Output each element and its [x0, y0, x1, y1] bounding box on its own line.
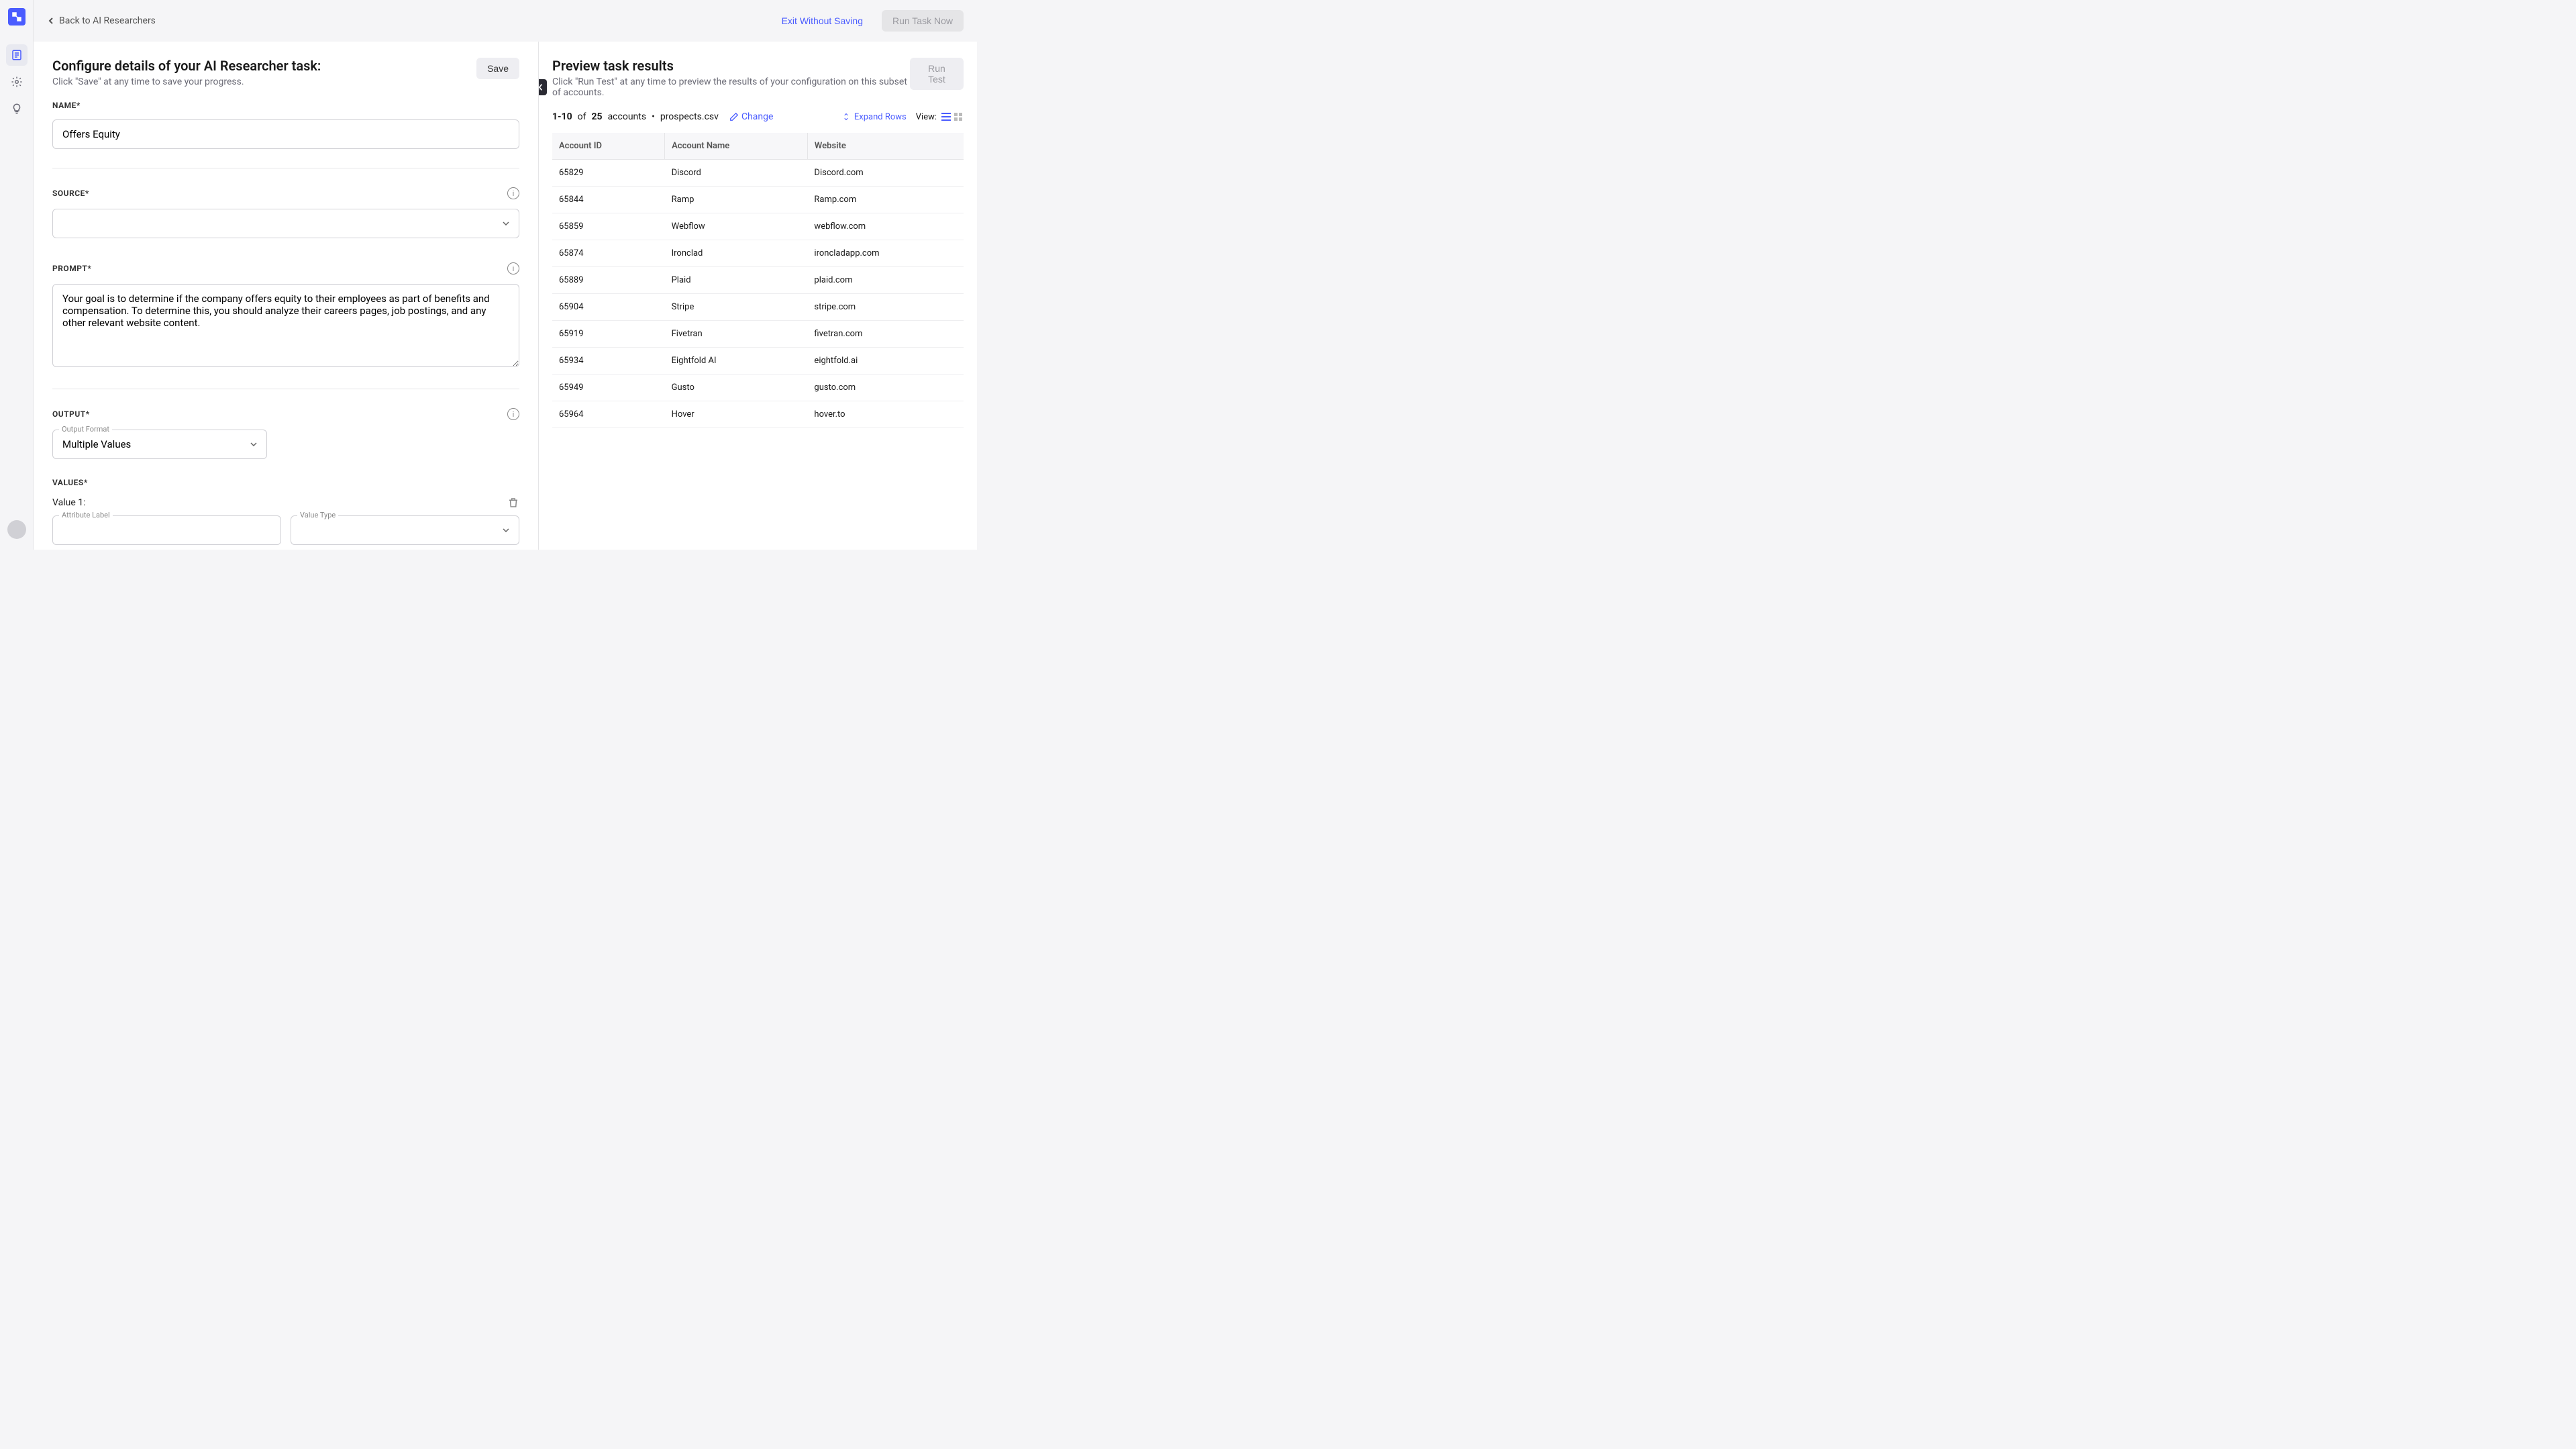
values-label: VALUES*	[52, 478, 519, 487]
run-test-button[interactable]: Run Test	[910, 58, 964, 90]
table-row[interactable]: 65964Hoverhover.to	[552, 401, 964, 428]
table-cell: Plaid	[665, 267, 808, 294]
table-cell: Ironclad	[665, 240, 808, 267]
table-cell: Gusto	[665, 374, 808, 401]
preview-meta: 1-10 of 25 accounts • prospects.csv Chan…	[552, 111, 964, 122]
table-cell: Webflow	[665, 213, 808, 240]
table-cell: Stripe	[665, 294, 808, 321]
table-row[interactable]: 65904Stripestripe.com	[552, 294, 964, 321]
range-text: 1-10	[552, 111, 572, 122]
expand-icon	[842, 113, 850, 121]
configure-subtitle: Click "Save" at any time to save your pr…	[52, 77, 321, 87]
table-cell: ironcladapp.com	[807, 240, 964, 267]
chevron-left-icon	[47, 17, 55, 25]
prompt-textarea[interactable]: Your goal is to determine if the company…	[52, 284, 519, 367]
value-1-label: Value 1:	[52, 497, 86, 508]
save-button[interactable]: Save	[476, 58, 519, 79]
table-row[interactable]: 65934Eightfold AIeightfold.ai	[552, 348, 964, 374]
table-cell: Ramp	[665, 187, 808, 213]
table-cell: 65904	[552, 294, 665, 321]
value-type-label: Value Type	[297, 511, 338, 519]
table-cell: eightfold.ai	[807, 348, 964, 374]
topbar: Back to AI Researchers Exit Without Savi…	[34, 0, 977, 42]
table-cell: Discord	[665, 160, 808, 187]
table-row[interactable]: 65889Plaidplaid.com	[552, 267, 964, 294]
nav-hint-icon[interactable]	[6, 98, 28, 119]
table-cell: Fivetran	[665, 321, 808, 348]
table-row[interactable]: 65874Ironcladironcladapp.com	[552, 240, 964, 267]
value-type-select[interactable]	[291, 515, 519, 545]
table-header: Website	[807, 133, 964, 160]
table-cell: 65949	[552, 374, 665, 401]
preview-title: Preview task results	[552, 58, 910, 74]
configure-panel: Configure details of your AI Researcher …	[34, 42, 539, 550]
table-row[interactable]: 65829DiscordDiscord.com	[552, 160, 964, 187]
output-label: OUTPUT*	[52, 409, 90, 419]
nav-tasks-icon[interactable]	[6, 44, 28, 66]
attribute-label: Attribute Label	[59, 511, 113, 519]
table-header: Account Name	[665, 133, 808, 160]
table-cell: gusto.com	[807, 374, 964, 401]
table-cell: 65964	[552, 401, 665, 428]
table-cell: stripe.com	[807, 294, 964, 321]
source-select[interactable]	[52, 209, 519, 238]
back-label: Back to AI Researchers	[59, 15, 156, 26]
expand-rows-link[interactable]: Expand Rows	[842, 112, 907, 122]
filename-text: prospects.csv	[660, 111, 719, 122]
table-cell: Discord.com	[807, 160, 964, 187]
table-cell: Ramp.com	[807, 187, 964, 213]
preview-subtitle: Click "Run Test" at any time to preview …	[552, 77, 910, 98]
table-cell: plaid.com	[807, 267, 964, 294]
view-toggle: View:	[916, 112, 964, 122]
collapse-panel-button[interactable]	[539, 79, 547, 95]
table-cell: hover.to	[807, 401, 964, 428]
table-cell: Eightfold AI	[665, 348, 808, 374]
table-cell: Hover	[665, 401, 808, 428]
table-cell: 65919	[552, 321, 665, 348]
exit-button[interactable]: Exit Without Saving	[771, 10, 874, 32]
table-cell: 65934	[552, 348, 665, 374]
name-label: NAME*	[52, 101, 519, 110]
back-link[interactable]: Back to AI Researchers	[47, 15, 156, 26]
sidebar	[0, 0, 34, 550]
table-cell: 65889	[552, 267, 665, 294]
table-cell: webflow.com	[807, 213, 964, 240]
source-info-icon[interactable]: i	[507, 187, 519, 199]
table-row[interactable]: 65859Webflowwebflow.com	[552, 213, 964, 240]
change-link[interactable]: Change	[729, 111, 773, 122]
run-task-button[interactable]: Run Task Now	[882, 10, 964, 32]
view-grid-icon[interactable]	[953, 112, 964, 121]
source-label: SOURCE*	[52, 189, 89, 198]
user-avatar[interactable]	[7, 520, 26, 539]
prompt-info-icon[interactable]: i	[507, 262, 519, 274]
table-cell: 65829	[552, 160, 665, 187]
total-text: 25	[591, 111, 602, 122]
output-info-icon[interactable]: i	[507, 408, 519, 420]
configure-title: Configure details of your AI Researcher …	[52, 58, 321, 74]
table-row[interactable]: 65844RampRamp.com	[552, 187, 964, 213]
name-input[interactable]	[52, 119, 519, 149]
table-cell: 65844	[552, 187, 665, 213]
view-list-icon[interactable]	[941, 112, 951, 121]
delete-value-icon[interactable]	[507, 497, 519, 509]
table-cell: 65874	[552, 240, 665, 267]
app-logo[interactable]	[8, 8, 25, 26]
attribute-label-input[interactable]	[52, 515, 281, 545]
prompt-label: PROMPT*	[52, 264, 91, 273]
output-format-label: Output Format	[59, 425, 112, 434]
nav-settings-icon[interactable]	[6, 71, 28, 93]
table-row[interactable]: 65919Fivetranfivetran.com	[552, 321, 964, 348]
table-cell: 65859	[552, 213, 665, 240]
table-cell: fivetran.com	[807, 321, 964, 348]
table-header: Account ID	[552, 133, 665, 160]
chevron-double-left-icon	[539, 83, 544, 92]
pencil-icon	[729, 112, 739, 121]
results-table: Account IDAccount NameWebsite 65829Disco…	[552, 133, 964, 428]
preview-panel: Preview task results Click "Run Test" at…	[539, 42, 977, 550]
table-row[interactable]: 65949Gustogusto.com	[552, 374, 964, 401]
output-format-select[interactable]: Multiple Values	[52, 430, 267, 459]
